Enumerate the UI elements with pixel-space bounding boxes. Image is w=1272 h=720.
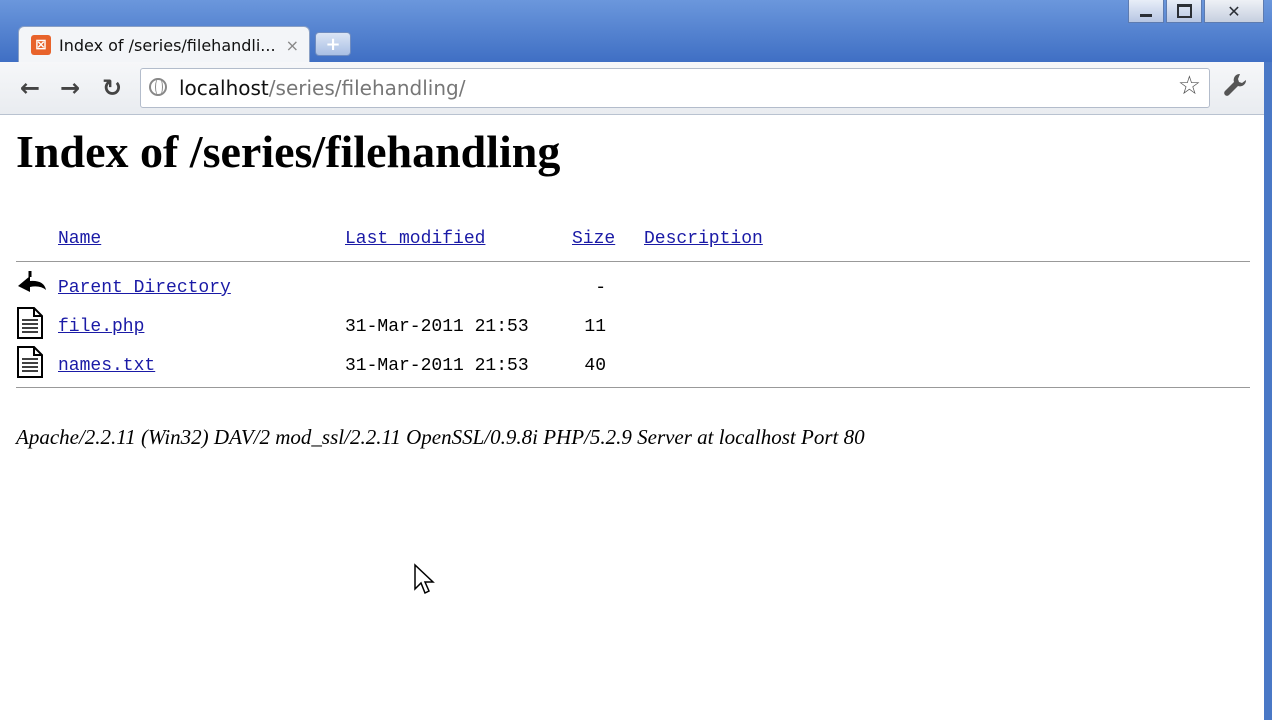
parent-directory-link[interactable]: Parent Directory (58, 278, 231, 298)
sort-by-modified-link[interactable]: Last modified (345, 229, 485, 249)
page-title: Index of /series/filehandling (16, 126, 561, 177)
url-path: /series/filehandling/ (268, 76, 466, 100)
server-signature: Apache/2.2.11 (Win32) DAV/2 mod_ssl/2.2.… (16, 425, 865, 449)
table-row: names.txt 31-Mar-2011 21:53 40 (16, 340, 1250, 379)
sort-by-name-link[interactable]: Name (58, 229, 101, 249)
minimize-icon (1140, 13, 1152, 17)
close-window-button[interactable]: ✕ (1204, 0, 1264, 23)
url-host: localhost (179, 76, 269, 100)
modified-cell: 31-Mar-2011 21:53 (345, 317, 529, 337)
footer-divider (16, 387, 1250, 388)
url-text[interactable]: localhost/series/filehandling/ (179, 76, 465, 100)
globe-icon (149, 78, 167, 96)
page-content: Index of /series/filehandling Name Last … (0, 115, 1264, 720)
directory-listing: Name Last modified Size Description Pare… (16, 225, 1250, 388)
reload-button[interactable]: ↻ (96, 72, 128, 104)
minimize-button[interactable] (1128, 0, 1164, 23)
file-icon (17, 346, 43, 378)
forward-button[interactable]: → (54, 72, 86, 104)
address-bar[interactable]: localhost/series/filehandling/ ☆ (140, 68, 1210, 108)
table-row: file.php 31-Mar-2011 21:53 11 (16, 301, 1250, 340)
browser-toolbar: ← → ↻ localhost/series/filehandling/ ☆ (0, 62, 1264, 115)
browser-tab[interactable]: ⊠ Index of /series/filehandli... × (18, 26, 310, 63)
mouse-cursor-icon (414, 563, 435, 595)
maximize-icon (1176, 4, 1192, 18)
size-cell: - (595, 278, 606, 298)
modified-cell: 31-Mar-2011 21:53 (345, 356, 529, 376)
size-cell: 11 (584, 317, 606, 337)
wrench-icon (1224, 73, 1247, 96)
wrench-menu-icon[interactable] (1222, 72, 1248, 104)
file-icon (17, 307, 43, 339)
sort-by-size-link[interactable]: Size (572, 229, 615, 249)
back-arrow-icon (18, 271, 46, 292)
new-tab-button[interactable]: + (315, 32, 351, 56)
tab-title: Index of /series/filehandli... (59, 35, 276, 55)
back-button[interactable]: ← (14, 72, 46, 104)
sort-by-description-link[interactable]: Description (644, 229, 763, 249)
window-titlebar: ✕ ⊠ Index of /series/filehandli... × + (0, 0, 1272, 63)
file-link-names-txt[interactable]: names.txt (58, 356, 155, 376)
close-icon: ✕ (1227, 1, 1241, 21)
bookmark-star-icon[interactable]: ☆ (1178, 71, 1201, 101)
listing-header: Name Last modified Size Description (16, 225, 1250, 253)
xampp-favicon-icon: ⊠ (31, 35, 51, 55)
window-controls: ✕ (1126, 0, 1264, 24)
maximize-button[interactable] (1166, 0, 1202, 23)
file-link-file-php[interactable]: file.php (58, 317, 144, 337)
tab-close-icon[interactable]: × (286, 36, 299, 55)
size-cell: 40 (584, 356, 606, 376)
table-row: Parent Directory - (16, 262, 1250, 301)
